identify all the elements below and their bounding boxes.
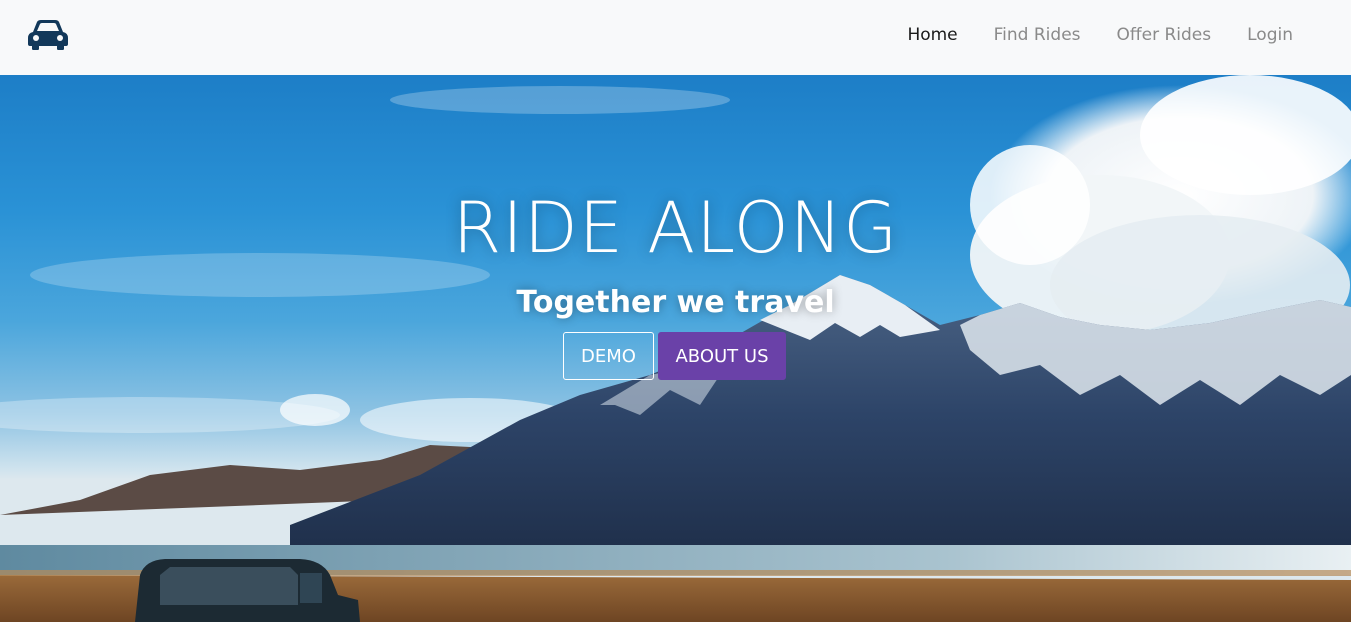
hero-section: RIDE ALONG Together we travel DEMO ABOUT… <box>0 75 1351 622</box>
nav-login-link[interactable]: Login <box>1229 25 1311 45</box>
hero-subtitle: Together we travel <box>516 285 835 320</box>
about-us-button[interactable]: ABOUT US <box>658 332 786 380</box>
nav-find-rides-link[interactable]: Find Rides <box>976 25 1099 45</box>
nav-home-link[interactable]: Home <box>889 25 975 45</box>
nav-offer-rides-link[interactable]: Offer Rides <box>1099 25 1230 45</box>
hero-buttons: DEMO ABOUT US <box>563 332 786 380</box>
demo-button[interactable]: DEMO <box>563 332 654 380</box>
hero-title: RIDE ALONG <box>452 187 899 269</box>
navbar: Home Find Rides Offer Rides Login <box>0 0 1351 75</box>
nav-links: Home Find Rides Offer Rides Login <box>889 0 1311 70</box>
car-icon[interactable] <box>27 18 69 50</box>
